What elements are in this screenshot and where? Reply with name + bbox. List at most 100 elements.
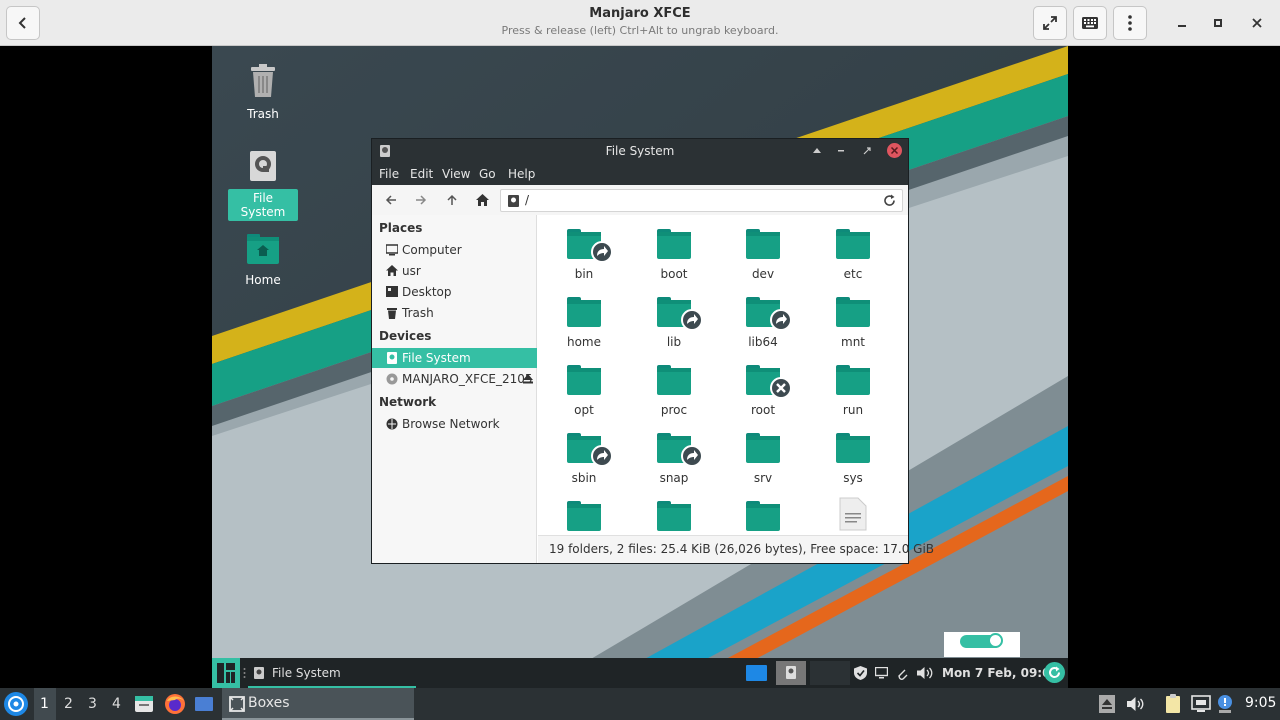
desktop-icon-file-system[interactable]: File System	[228, 150, 298, 221]
file-item[interactable]: home	[544, 297, 624, 349]
file-item[interactable]: snap	[634, 433, 714, 485]
display-icon[interactable]	[875, 667, 888, 679]
location-bar[interactable]: /	[500, 189, 903, 212]
workspace-2-preview[interactable]	[776, 661, 806, 685]
workspace-3[interactable]: 3	[88, 696, 97, 712]
sidebar-item-usr[interactable]: usr	[372, 261, 537, 281]
vm-display[interactable]: Trash File System Home File System File …	[212, 46, 1068, 688]
sidebar-item-manjaro-disc[interactable]: MANJARO_XFCE_2105	[372, 369, 537, 389]
file-item[interactable]	[723, 501, 803, 535]
applications-menu-button[interactable]	[4, 692, 28, 716]
file-item[interactable]: lib	[634, 297, 714, 349]
update-notification-icon[interactable]	[1216, 694, 1234, 714]
file-item-label: boot	[660, 267, 688, 281]
vm-taskbar-file-system[interactable]: File System	[248, 658, 416, 688]
file-item[interactable]: root	[723, 365, 803, 417]
whisker-menu-button[interactable]	[212, 658, 240, 688]
sidebar-item-label: Desktop	[402, 285, 452, 299]
menu-help[interactable]: Help	[508, 167, 535, 181]
close-button[interactable]	[887, 143, 902, 158]
vm-clock[interactable]: Mon 7 Feb, 09:05	[942, 666, 1059, 680]
volume-icon[interactable]	[917, 666, 933, 680]
keyboard-icon	[1082, 17, 1098, 29]
workspace-4[interactable]: 4	[112, 696, 121, 712]
sidebar-item-browse-network[interactable]: Browse Network	[372, 414, 537, 434]
minimize-button[interactable]	[837, 147, 845, 155]
toggle-widget[interactable]	[944, 632, 1020, 657]
minimize-button[interactable]	[1172, 13, 1192, 33]
file-item[interactable]: lib64	[723, 297, 803, 349]
taskbar-item-boxes[interactable]: Boxes	[222, 688, 414, 720]
sidebar-heading-network: Network	[379, 395, 437, 409]
file-icon-view[interactable]: bin boot dev etc home lib lib64 mnt opt proc root r…	[538, 215, 908, 535]
refresh-icon	[1049, 666, 1061, 679]
menu-bar: File Edit View Go Help	[372, 163, 908, 185]
maximize-button[interactable]	[863, 147, 871, 155]
sidebar-item-desktop[interactable]: Desktop	[372, 282, 537, 302]
file-manager-launcher-icon[interactable]	[134, 694, 154, 714]
folder-icon	[836, 229, 870, 259]
file-item-label: etc	[843, 267, 863, 281]
sidebar-item-trash[interactable]: Trash	[372, 303, 537, 323]
menu-button[interactable]	[1113, 6, 1147, 40]
up-arrow-icon[interactable]	[446, 194, 458, 206]
desktop-launcher-icon[interactable]	[194, 694, 214, 714]
close-button[interactable]	[1247, 13, 1267, 33]
folder-icon	[746, 501, 780, 531]
sidebar: Places Computer usr Desktop Trash Device…	[372, 215, 537, 563]
paperclip-icon[interactable]	[896, 666, 908, 680]
volume-icon[interactable]	[1127, 696, 1145, 712]
folder-icon	[657, 501, 691, 531]
home-icon[interactable]	[476, 194, 489, 206]
shield-icon[interactable]	[854, 666, 867, 680]
file-item-label: opt	[574, 403, 594, 417]
sidebar-item-file-system[interactable]: File System	[372, 348, 537, 368]
desktop-icon-trash[interactable]: Trash	[228, 64, 298, 123]
file-manager-titlebar[interactable]: File System	[372, 139, 908, 163]
shade-button[interactable]	[813, 147, 821, 155]
file-item[interactable]	[813, 497, 893, 535]
maximize-button[interactable]	[1208, 13, 1228, 33]
drive-icon	[387, 352, 397, 364]
eject-icon[interactable]	[523, 374, 533, 384]
file-item[interactable]: proc	[634, 365, 714, 417]
workspace-1-preview[interactable]	[746, 665, 767, 681]
file-item[interactable]: srv	[723, 433, 803, 485]
keyboard-button[interactable]	[1073, 6, 1107, 40]
workspace-1[interactable]: 1	[40, 696, 49, 712]
file-item[interactable]	[544, 501, 624, 535]
desktop-icon-home[interactable]: Home	[228, 234, 298, 289]
workspace-2[interactable]: 2	[64, 696, 73, 712]
sidebar-heading-devices: Devices	[379, 329, 432, 343]
host-clock[interactable]: 9:05	[1245, 695, 1276, 711]
workspace-3-preview[interactable]	[810, 661, 850, 685]
sidebar-item-computer[interactable]: Computer	[372, 240, 537, 260]
reload-icon[interactable]	[883, 194, 896, 207]
fullscreen-button[interactable]	[1033, 6, 1067, 40]
file-item[interactable]: bin	[544, 229, 624, 281]
menu-go[interactable]: Go	[479, 167, 496, 181]
file-item[interactable]: mnt	[813, 297, 893, 349]
drive-icon	[508, 195, 519, 207]
eject-tray-icon[interactable]	[1099, 695, 1115, 713]
menu-file[interactable]: File	[379, 167, 399, 181]
file-item[interactable]: sbin	[544, 433, 624, 485]
sidebar-item-label: MANJARO_XFCE_2105	[402, 372, 533, 386]
forward-arrow-icon[interactable]	[415, 194, 427, 206]
file-item[interactable]: dev	[723, 229, 803, 281]
clipboard-icon[interactable]	[1163, 694, 1183, 714]
file-item[interactable]: sys	[813, 433, 893, 485]
back-arrow-icon[interactable]	[385, 194, 397, 206]
file-item-label: srv	[753, 471, 773, 485]
network-wired-icon[interactable]	[1191, 695, 1211, 713]
firefox-icon[interactable]	[164, 693, 186, 715]
menu-view[interactable]: View	[442, 167, 470, 181]
file-item[interactable]: etc	[813, 229, 893, 281]
file-item[interactable]	[634, 501, 714, 535]
folder-icon	[567, 297, 601, 327]
file-item[interactable]: boot	[634, 229, 714, 281]
update-button[interactable]	[1044, 662, 1065, 683]
menu-edit[interactable]: Edit	[410, 167, 433, 181]
file-item[interactable]: run	[813, 365, 893, 417]
file-item[interactable]: opt	[544, 365, 624, 417]
